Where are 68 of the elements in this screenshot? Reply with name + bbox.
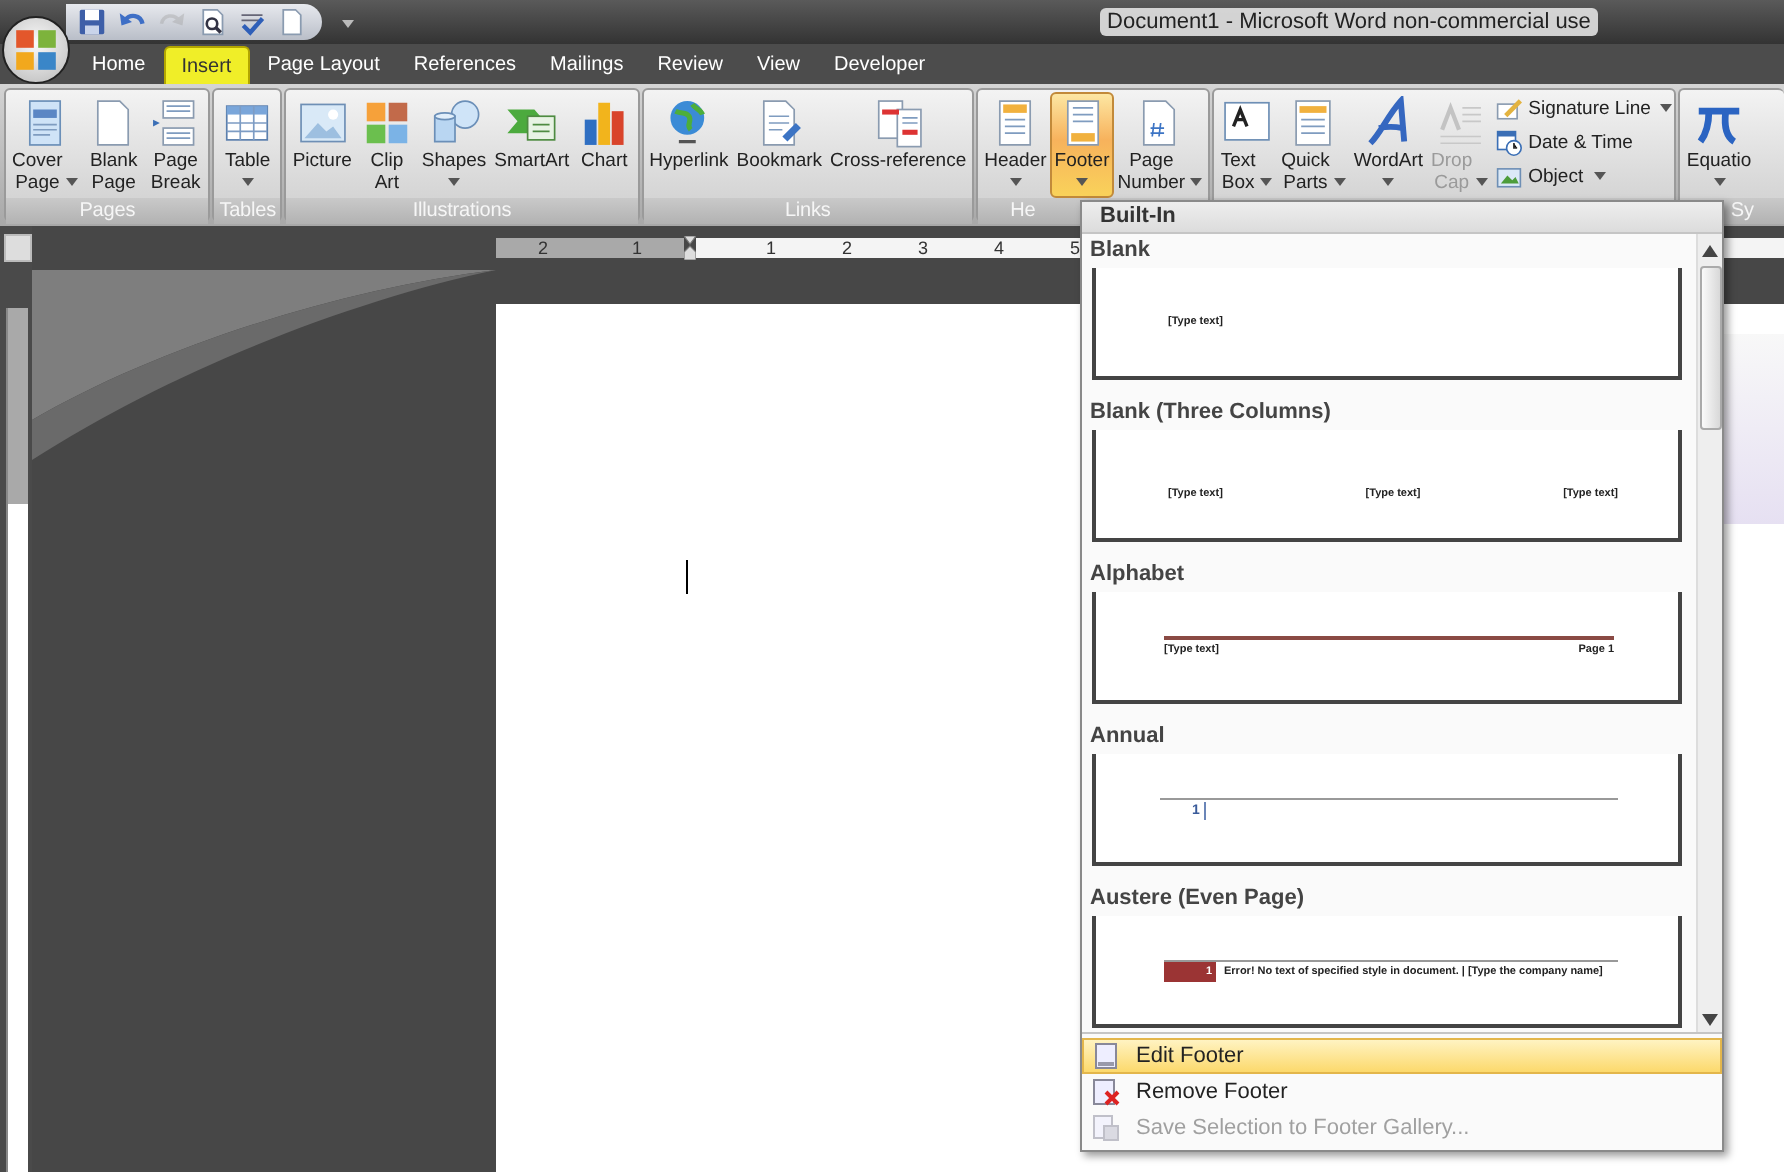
ribbon-button[interactable]: Page Number	[1113, 92, 1206, 198]
ribbon-button[interactable]: Hyperlink	[645, 92, 733, 198]
text-cursor	[686, 560, 688, 594]
ribbon-button[interactable]: Text Box	[1215, 92, 1278, 198]
group-label: Illustrations	[286, 198, 638, 224]
ribbon-button[interactable]: Table	[216, 92, 279, 198]
print-preview-icon[interactable]	[198, 8, 226, 36]
dropdown-arrow-icon	[342, 20, 354, 28]
ruler-number: 5	[1069, 238, 1080, 258]
ribbon-tab[interactable]: Home	[76, 46, 162, 84]
save-to-gallery-icon	[1092, 1114, 1120, 1142]
ribbon-tab[interactable]: View	[741, 46, 816, 84]
ruler-number: 2	[841, 238, 852, 258]
ribbon-tab[interactable]: References	[397, 46, 533, 84]
ribbon-small-button[interactable]: Date & Time	[1496, 126, 1673, 158]
ribbon-button[interactable]: SmartArt	[490, 92, 574, 198]
ribbon-tab[interactable]: Review	[641, 46, 739, 84]
scrollbar[interactable]	[1696, 234, 1722, 1032]
new-document-icon[interactable]	[278, 8, 306, 36]
ribbon-button[interactable]: Cross-reference	[826, 92, 971, 198]
scrollbar-thumb[interactable]	[1699, 266, 1721, 430]
ribbon-button[interactable]: WordArt	[1349, 92, 1428, 198]
office-logo-icon	[14, 28, 58, 72]
menu-item[interactable]: Remove Footer	[1082, 1074, 1722, 1110]
menu-item[interactable]: Edit Footer	[1082, 1038, 1722, 1074]
gallery-item-title: Blank (Three Columns)	[1088, 398, 1333, 428]
ribbon-button[interactable]: Header	[980, 92, 1051, 198]
ribbon-button[interactable]: Equatio	[1682, 92, 1756, 198]
gallery-item-title: Austere (Even Page)	[1088, 884, 1306, 914]
ribbon-button[interactable]: Bookmark	[732, 92, 827, 198]
ribbon-tab[interactable]: Insert	[163, 46, 250, 84]
ruler-number: 1	[631, 238, 642, 258]
scroll-down-icon[interactable]	[1702, 1014, 1718, 1026]
ruler-number: 1	[766, 238, 777, 258]
ribbon-small-button[interactable]: Object	[1496, 160, 1673, 192]
ribbon-small-button[interactable]: Signature Line	[1496, 92, 1673, 124]
ribbon-tab[interactable]: Mailings	[534, 46, 640, 84]
gallery-item-title: Blank	[1088, 236, 1152, 266]
ribbon-button[interactable]: Shapes	[417, 92, 491, 198]
ruler-number: 3	[917, 238, 928, 258]
remove-page-icon	[1092, 1078, 1120, 1106]
ribbon-button[interactable]: Footer	[1050, 92, 1114, 198]
indent-marker-icon[interactable]	[684, 236, 696, 260]
ribbon-button[interactable]: Picture	[288, 92, 356, 198]
menu-heading: Built-In	[1082, 202, 1722, 234]
embedded-object-icon	[1496, 163, 1523, 189]
calendar-clock-icon	[1496, 129, 1523, 155]
group-label: Pages	[6, 198, 209, 224]
window-title: Document1 - Microsoft Word non-commercial use	[1099, 8, 1599, 36]
ruler-number: 4	[993, 238, 1004, 258]
signature-pen-icon	[1496, 95, 1523, 121]
page-icon	[1092, 1042, 1120, 1070]
ribbon-button[interactable]: Chart	[573, 92, 636, 198]
group-label: Tables	[214, 198, 281, 224]
save-icon[interactable]	[78, 8, 106, 36]
ruler-number: 2	[537, 238, 548, 258]
ribbon-button[interactable]: Blank Page	[82, 92, 145, 198]
ribbon-button[interactable]: Quick Parts	[1277, 92, 1350, 198]
scroll-up-icon[interactable]	[1702, 240, 1718, 262]
ribbon-button[interactable]: Cover Page	[8, 92, 83, 198]
ribbon-button[interactable]: Page Break	[144, 92, 207, 198]
gallery-item-title: Alphabet	[1088, 560, 1187, 590]
spelling-check-icon[interactable]	[238, 8, 266, 36]
ribbon-tab[interactable]: Developer	[818, 46, 942, 84]
ribbon-tab[interactable]: Page Layout	[251, 46, 396, 84]
gallery-item-title: Annual	[1088, 722, 1167, 752]
ribbon-button[interactable]: Clip Art	[355, 92, 418, 198]
group-label: Links	[643, 198, 973, 224]
